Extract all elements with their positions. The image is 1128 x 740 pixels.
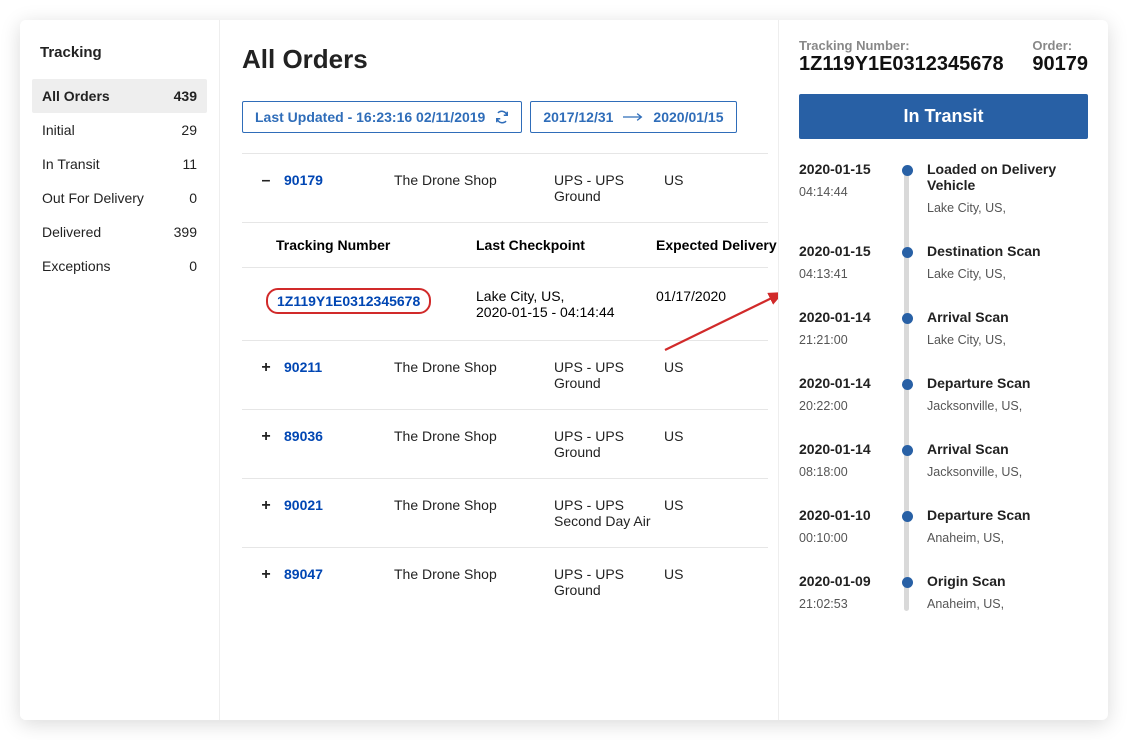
service-name: UPS - UPS Ground <box>554 359 664 391</box>
sidebar-item-out-for-delivery[interactable]: Out For Delivery 0 <box>32 181 207 215</box>
order-label: Order: <box>1032 38 1088 53</box>
expand-icon[interactable]: + <box>248 359 284 377</box>
country: US <box>664 172 724 188</box>
sidebar-item-label: In Transit <box>42 156 100 172</box>
collapse-icon[interactable]: – <box>248 172 284 190</box>
order-link[interactable]: 90179 <box>284 172 394 188</box>
table-row: – 90179 The Drone Shop UPS - UPS Ground … <box>242 153 768 223</box>
main: All Orders Last Updated - 16:23:16 02/11… <box>220 20 778 720</box>
last-checkpoint: Lake City, US, 2020-01-15 - 04:14:44 <box>476 288 656 320</box>
sidebar-item-count: 399 <box>174 224 197 240</box>
country: US <box>664 566 724 582</box>
timeline-event: 2020-01-1000:10:00 Departure ScanAnaheim… <box>799 507 1088 545</box>
timeline: 2020-01-1504:14:44 Loaded on Delivery Ve… <box>799 161 1088 611</box>
sidebar-title: Tracking <box>32 40 207 79</box>
date-to: 2020/01/15 <box>653 109 723 125</box>
refresh-icon <box>495 110 509 124</box>
table-row: + 89036 The Drone Shop UPS - UPS Ground … <box>242 410 768 479</box>
timeline-event: 2020-01-1504:14:44 Loaded on Delivery Ve… <box>799 161 1088 215</box>
sidebar-item-label: Initial <box>42 122 75 138</box>
sidebar-item-label: All Orders <box>42 88 110 104</box>
timeline-event: 2020-01-1421:21:00 Arrival ScanLake City… <box>799 309 1088 347</box>
sidebar-item-count: 439 <box>174 88 197 104</box>
timeline-event: 2020-01-0921:02:53 Origin ScanAnaheim, U… <box>799 573 1088 611</box>
table-row: + 89047 The Drone Shop UPS - UPS Ground … <box>242 548 768 616</box>
timeline-event: 2020-01-1420:22:00 Departure ScanJackson… <box>799 375 1088 413</box>
timeline-dot-icon <box>902 247 913 258</box>
expected-delivery: 01/17/2020 <box>656 288 778 304</box>
shop-name: The Drone Shop <box>394 497 554 513</box>
tracking-number-link[interactable]: 1Z119Y1E0312345678 <box>266 288 431 314</box>
service-name: UPS - UPS Ground <box>554 566 664 598</box>
sidebar-item-label: Exceptions <box>42 258 110 274</box>
sidebar-item-label: Delivered <box>42 224 101 240</box>
shop-name: The Drone Shop <box>394 359 554 375</box>
expand-icon[interactable]: + <box>248 497 284 515</box>
col-tracking-number: Tracking Number <box>276 237 476 253</box>
sidebar-item-label: Out For Delivery <box>42 190 144 206</box>
country: US <box>664 497 724 513</box>
shop-name: The Drone Shop <box>394 566 554 582</box>
sidebar-item-in-transit[interactable]: In Transit 11 <box>32 147 207 181</box>
timeline-event: 2020-01-1408:18:00 Arrival ScanJacksonvi… <box>799 441 1088 479</box>
order-link[interactable]: 89036 <box>284 428 394 444</box>
app-shell: Tracking All Orders 439 Initial 29 In Tr… <box>20 20 1108 720</box>
shop-name: The Drone Shop <box>394 172 554 188</box>
date-range-button[interactable]: 2017/12/31 2020/01/15 <box>530 101 736 133</box>
expand-icon[interactable]: + <box>248 428 284 446</box>
status-badge: In Transit <box>799 94 1088 139</box>
tracking-subrow: 1Z119Y1E0312345678 Lake City, US, 2020-0… <box>242 268 768 341</box>
timeline-dot-icon <box>902 379 913 390</box>
country: US <box>664 359 724 375</box>
last-updated-button[interactable]: Last Updated - 16:23:16 02/11/2019 <box>242 101 522 133</box>
service-name: UPS - UPS Second Day Air <box>554 497 664 529</box>
sidebar-item-all-orders[interactable]: All Orders 439 <box>32 79 207 113</box>
timeline-dot-icon <box>902 511 913 522</box>
last-updated-text: Last Updated - 16:23:16 02/11/2019 <box>255 109 485 125</box>
country: US <box>664 428 724 444</box>
tracking-number-value: 1Z119Y1E0312345678 <box>799 53 1004 76</box>
col-last-checkpoint: Last Checkpoint <box>476 237 656 253</box>
sidebar-item-exceptions[interactable]: Exceptions 0 <box>32 249 207 283</box>
order-link[interactable]: 89047 <box>284 566 394 582</box>
timeline-dot-icon <box>902 445 913 456</box>
sidebar-item-count: 29 <box>181 122 197 138</box>
col-expected-delivery: Expected Delivery <box>656 237 778 253</box>
order-link[interactable]: 90211 <box>284 359 394 375</box>
order-link[interactable]: 90021 <box>284 497 394 513</box>
tracking-number-label: Tracking Number: <box>799 38 1004 53</box>
filter-bar: Last Updated - 16:23:16 02/11/2019 2017/… <box>242 101 768 133</box>
sidebar-item-count: 0 <box>189 190 197 206</box>
page-title: All Orders <box>242 38 768 75</box>
sidebar: Tracking All Orders 439 Initial 29 In Tr… <box>20 20 220 720</box>
table-row: + 90021 The Drone Shop UPS - UPS Second … <box>242 479 768 548</box>
orders-table: – 90179 The Drone Shop UPS - UPS Ground … <box>242 153 768 616</box>
details-panel: Tracking Number: 1Z119Y1E0312345678 Orde… <box>778 20 1108 720</box>
service-name: UPS - UPS Ground <box>554 428 664 460</box>
date-from: 2017/12/31 <box>543 109 613 125</box>
timeline-dot-icon <box>902 313 913 324</box>
service-name: UPS - UPS Ground <box>554 172 664 204</box>
order-value: 90179 <box>1032 53 1088 76</box>
timeline-dot-icon <box>902 165 913 176</box>
timeline-event: 2020-01-1504:13:41 Destination ScanLake … <box>799 243 1088 281</box>
sidebar-item-delivered[interactable]: Delivered 399 <box>32 215 207 249</box>
expand-icon[interactable]: + <box>248 566 284 584</box>
tracking-subheader: Tracking Number Last Checkpoint Expected… <box>242 223 768 268</box>
shop-name: The Drone Shop <box>394 428 554 444</box>
sidebar-item-count: 0 <box>189 258 197 274</box>
table-row: + 90211 The Drone Shop UPS - UPS Ground … <box>242 341 768 410</box>
panel-header: Tracking Number: 1Z119Y1E0312345678 Orde… <box>799 38 1088 76</box>
sidebar-item-initial[interactable]: Initial 29 <box>32 113 207 147</box>
arrow-right-icon <box>623 112 643 122</box>
timeline-dot-icon <box>902 577 913 588</box>
sidebar-item-count: 11 <box>182 156 197 172</box>
